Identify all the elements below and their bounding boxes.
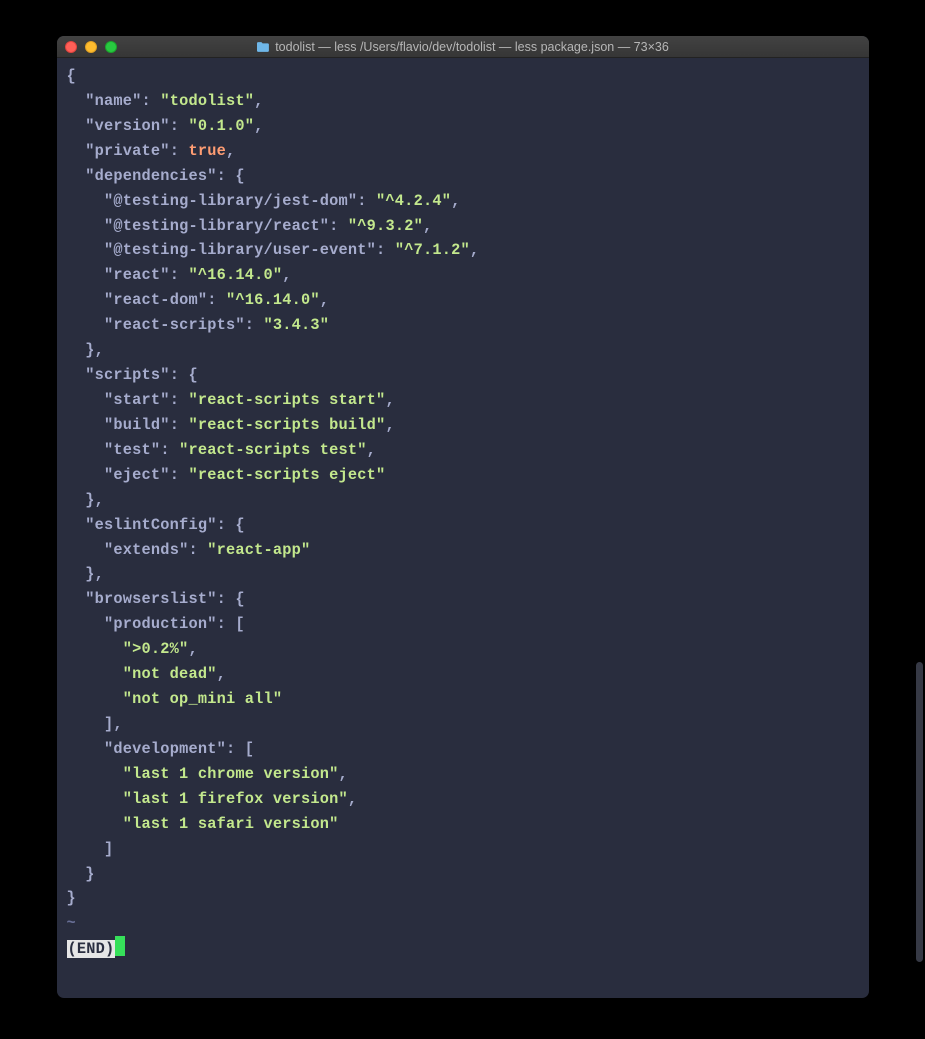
cursor-icon xyxy=(115,936,125,956)
code-line: "build": "react-scripts build", xyxy=(67,413,859,438)
code-line: "version": "0.1.0", xyxy=(67,114,859,139)
code-line: "dependencies": { xyxy=(67,164,859,189)
code-line: "not op_mini all" xyxy=(67,687,859,712)
code-line: "last 1 chrome version", xyxy=(67,762,859,787)
code-line: "react": "^16.14.0", xyxy=(67,263,859,288)
empty-line-tilde: ~ xyxy=(67,911,859,936)
folder-icon xyxy=(256,41,270,53)
terminal-body[interactable]: { "name": "todolist", "version": "0.1.0"… xyxy=(57,58,869,998)
code-line: "@testing-library/user-event": "^7.1.2", xyxy=(67,238,859,263)
code-line: "react-scripts": "3.4.3" xyxy=(67,313,859,338)
code-line: }, xyxy=(67,562,859,587)
code-line: "name": "todolist", xyxy=(67,89,859,114)
file-content: { "name": "todolist", "version": "0.1.0"… xyxy=(67,64,859,911)
window-controls xyxy=(65,41,117,53)
less-status-line: (END) xyxy=(67,936,126,962)
window-title-text: todolist — less /Users/flavio/dev/todoli… xyxy=(275,40,669,54)
code-line: "@testing-library/react": "^9.3.2", xyxy=(67,214,859,239)
code-line: ">0.2%", xyxy=(67,637,859,662)
code-line: "test": "react-scripts test", xyxy=(67,438,859,463)
code-line: ] xyxy=(67,837,859,862)
maximize-icon[interactable] xyxy=(105,41,117,53)
terminal-window: todolist — less /Users/flavio/dev/todoli… xyxy=(57,36,869,998)
code-line: }, xyxy=(67,338,859,363)
code-line: "extends": "react-app" xyxy=(67,538,859,563)
code-line: "not dead", xyxy=(67,662,859,687)
code-line: } xyxy=(67,862,859,887)
code-line: "development": [ xyxy=(67,737,859,762)
code-line: "@testing-library/jest-dom": "^4.2.4", xyxy=(67,189,859,214)
window-title: todolist — less /Users/flavio/dev/todoli… xyxy=(57,40,869,54)
code-line: } xyxy=(67,886,859,911)
code-line: "scripts": { xyxy=(67,363,859,388)
code-line: "eject": "react-scripts eject" xyxy=(67,463,859,488)
code-line: "last 1 safari version" xyxy=(67,812,859,837)
close-icon[interactable] xyxy=(65,41,77,53)
titlebar: todolist — less /Users/flavio/dev/todoli… xyxy=(57,36,869,58)
code-line: { xyxy=(67,64,859,89)
code-line: "browserslist": { xyxy=(67,587,859,612)
minimize-icon[interactable] xyxy=(85,41,97,53)
code-line: "production": [ xyxy=(67,612,859,637)
code-line: ], xyxy=(67,712,859,737)
code-line: "last 1 firefox version", xyxy=(67,787,859,812)
code-line: "private": true, xyxy=(67,139,859,164)
end-marker: (END) xyxy=(67,940,116,958)
code-line: "eslintConfig": { xyxy=(67,513,859,538)
code-line: "react-dom": "^16.14.0", xyxy=(67,288,859,313)
code-line: "start": "react-scripts start", xyxy=(67,388,859,413)
code-line: }, xyxy=(67,488,859,513)
